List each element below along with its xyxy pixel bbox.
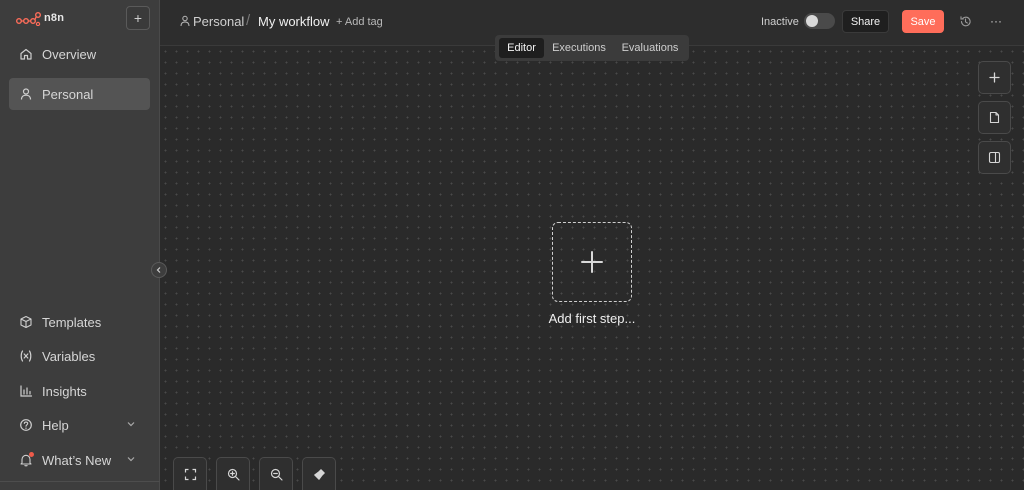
workflow-status-label: Inactive	[761, 16, 799, 28]
add-tag-button[interactable]: + Add tag	[336, 16, 383, 28]
sidebar-item-label: Variables	[42, 348, 96, 364]
collapse-sidebar-button[interactable]	[151, 262, 167, 278]
sidebar-item-variables[interactable]: Variables	[9, 340, 150, 372]
zoom-out-button[interactable]	[259, 457, 293, 490]
more-options-icon[interactable]: ···	[990, 15, 1002, 27]
chevron-down-icon	[127, 422, 135, 427]
tab-executions[interactable]: Executions	[547, 38, 611, 58]
home-icon	[19, 47, 33, 61]
sidebar-item-insights[interactable]: Insights	[9, 375, 150, 407]
sidebar-item-overview[interactable]: Overview	[9, 38, 150, 70]
plus-icon	[989, 72, 1000, 83]
toggle-panel-button[interactable]	[978, 141, 1011, 174]
sidebar-item-help[interactable]: Help	[9, 409, 150, 441]
panel-right-icon	[988, 151, 1001, 164]
sidebar-item-label: Insights	[42, 383, 87, 399]
tidy-up-button[interactable]	[302, 457, 336, 490]
broom-icon	[313, 468, 325, 480]
save-button[interactable]: Save	[902, 10, 944, 33]
sidebar: n8n + Overview Personal Templates Variab…	[0, 0, 160, 490]
add-resource-button[interactable]: +	[126, 6, 150, 30]
fullscreen-icon	[184, 468, 196, 480]
add-first-step-button[interactable]	[552, 222, 632, 302]
tab-editor[interactable]: Editor	[499, 38, 544, 58]
zoom-in-icon	[227, 468, 240, 481]
chart-icon	[19, 384, 33, 398]
sidebar-item-label: Overview	[42, 46, 97, 62]
n8n-logo-icon[interactable]	[16, 12, 42, 26]
user-icon	[180, 15, 190, 27]
share-button[interactable]: Share	[842, 10, 889, 33]
logo-row: n8n +	[0, 0, 160, 38]
chevron-left-icon	[156, 267, 161, 273]
notification-dot	[29, 452, 34, 457]
user-icon	[19, 87, 33, 101]
sidebar-item-personal[interactable]: Personal	[9, 78, 150, 110]
sidebar-item-label: Personal	[42, 86, 94, 102]
sidebar-item-label: Templates	[42, 314, 102, 330]
add-node-button[interactable]	[978, 61, 1011, 94]
sidebar-item-label: What’s New	[42, 452, 112, 468]
sidebar-item-whats-new[interactable]: What’s New	[9, 444, 150, 476]
workflow-title[interactable]: My workflow	[258, 14, 330, 29]
sidebar-item-label: Help	[42, 417, 69, 433]
history-icon[interactable]	[959, 15, 972, 28]
help-icon	[19, 418, 33, 432]
zoom-out-icon	[270, 468, 283, 481]
tab-evaluations[interactable]: Evaluations	[615, 38, 685, 58]
add-first-step-label: Add first step...	[548, 311, 636, 326]
plus-icon	[581, 251, 603, 273]
toggle-knob	[806, 15, 818, 27]
sidebar-divider	[0, 481, 160, 482]
variables-icon	[19, 349, 33, 363]
add-sticky-note-button[interactable]	[978, 101, 1011, 134]
view-tabs: Editor Executions Evaluations	[495, 35, 689, 61]
sidebar-item-templates[interactable]: Templates	[9, 306, 150, 338]
box-icon	[19, 315, 33, 329]
breadcrumb-separator: /	[246, 12, 251, 29]
app-name: n8n	[44, 12, 65, 24]
chevron-down-icon	[127, 457, 135, 462]
fit-view-button[interactable]	[173, 457, 207, 490]
activate-toggle[interactable]	[804, 13, 835, 29]
breadcrumb-project[interactable]: Personal	[193, 14, 244, 29]
sticky-note-icon	[989, 111, 1000, 124]
zoom-in-button[interactable]	[216, 457, 250, 490]
